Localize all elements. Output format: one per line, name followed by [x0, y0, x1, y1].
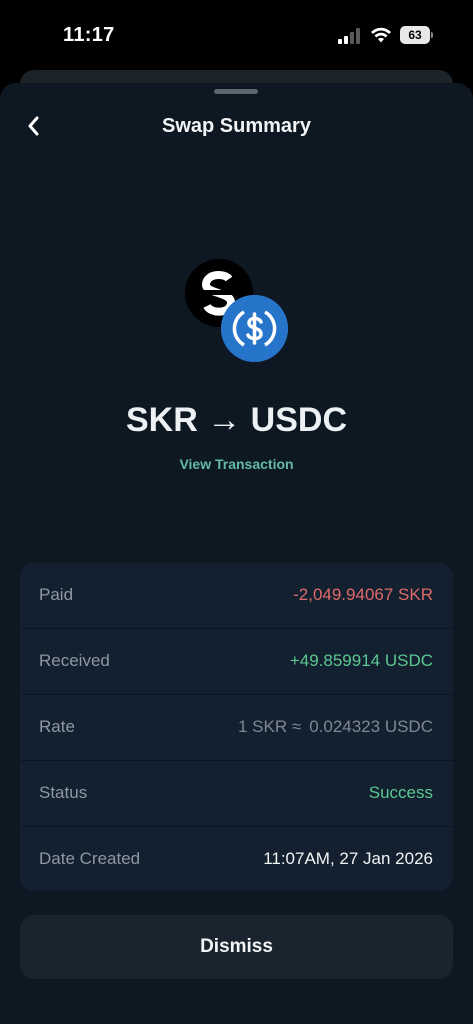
- usdc-token-icon: [221, 295, 288, 362]
- view-transaction-link[interactable]: View Transaction: [0, 456, 473, 472]
- battery-icon: 63: [400, 26, 434, 44]
- page-title: Swap Summary: [162, 115, 311, 137]
- detail-row-date-created: Date Created 11:07AM, 27 Jan 2026: [20, 827, 453, 891]
- cellular-signal-icon: [338, 28, 360, 44]
- swap-details-card: Paid -2,049.94067 SKR Received +49.85991…: [20, 563, 453, 891]
- received-label: Received: [39, 651, 110, 670]
- wifi-icon: [371, 27, 391, 43]
- detail-row-rate: Rate 1 SKR ≈ 0.024323 USDC: [20, 695, 453, 761]
- date-created-value: 11:07AM, 27 Jan 2026: [263, 849, 433, 868]
- swap-summary-sheet: Swap Summary SKR → USDC View Transaction…: [0, 83, 473, 1024]
- date-created-label: Date Created: [39, 849, 141, 868]
- received-value: +49.859914 USDC: [289, 651, 433, 670]
- rate-label: Rate: [39, 717, 75, 736]
- detail-row-received: Received +49.859914 USDC: [20, 629, 453, 695]
- sheet-grabber[interactable]: [214, 89, 258, 94]
- paid-label: Paid: [39, 585, 74, 604]
- paid-value: -2,049.94067 SKR: [293, 585, 433, 604]
- rate-value: 1 SKR ≈ 0.024323 USDC: [238, 717, 433, 737]
- status-time: 11:17: [63, 24, 115, 46]
- swap-pair-title: SKR → USDC: [125, 401, 348, 439]
- rate-to: 0.024323 USDC: [309, 717, 433, 736]
- battery-level: 63: [400, 26, 430, 44]
- detail-row-paid: Paid -2,049.94067 SKR: [20, 563, 453, 629]
- dismiss-button[interactable]: Dismiss: [20, 915, 453, 979]
- status-bar: 11:17 63: [0, 0, 473, 70]
- token-pair-icons: [185, 259, 291, 365]
- status-label: Status: [39, 783, 88, 802]
- status-value: Success: [368, 783, 433, 802]
- detail-row-status: Status Success: [20, 761, 453, 827]
- rate-from: 1 SKR ≈: [238, 717, 302, 736]
